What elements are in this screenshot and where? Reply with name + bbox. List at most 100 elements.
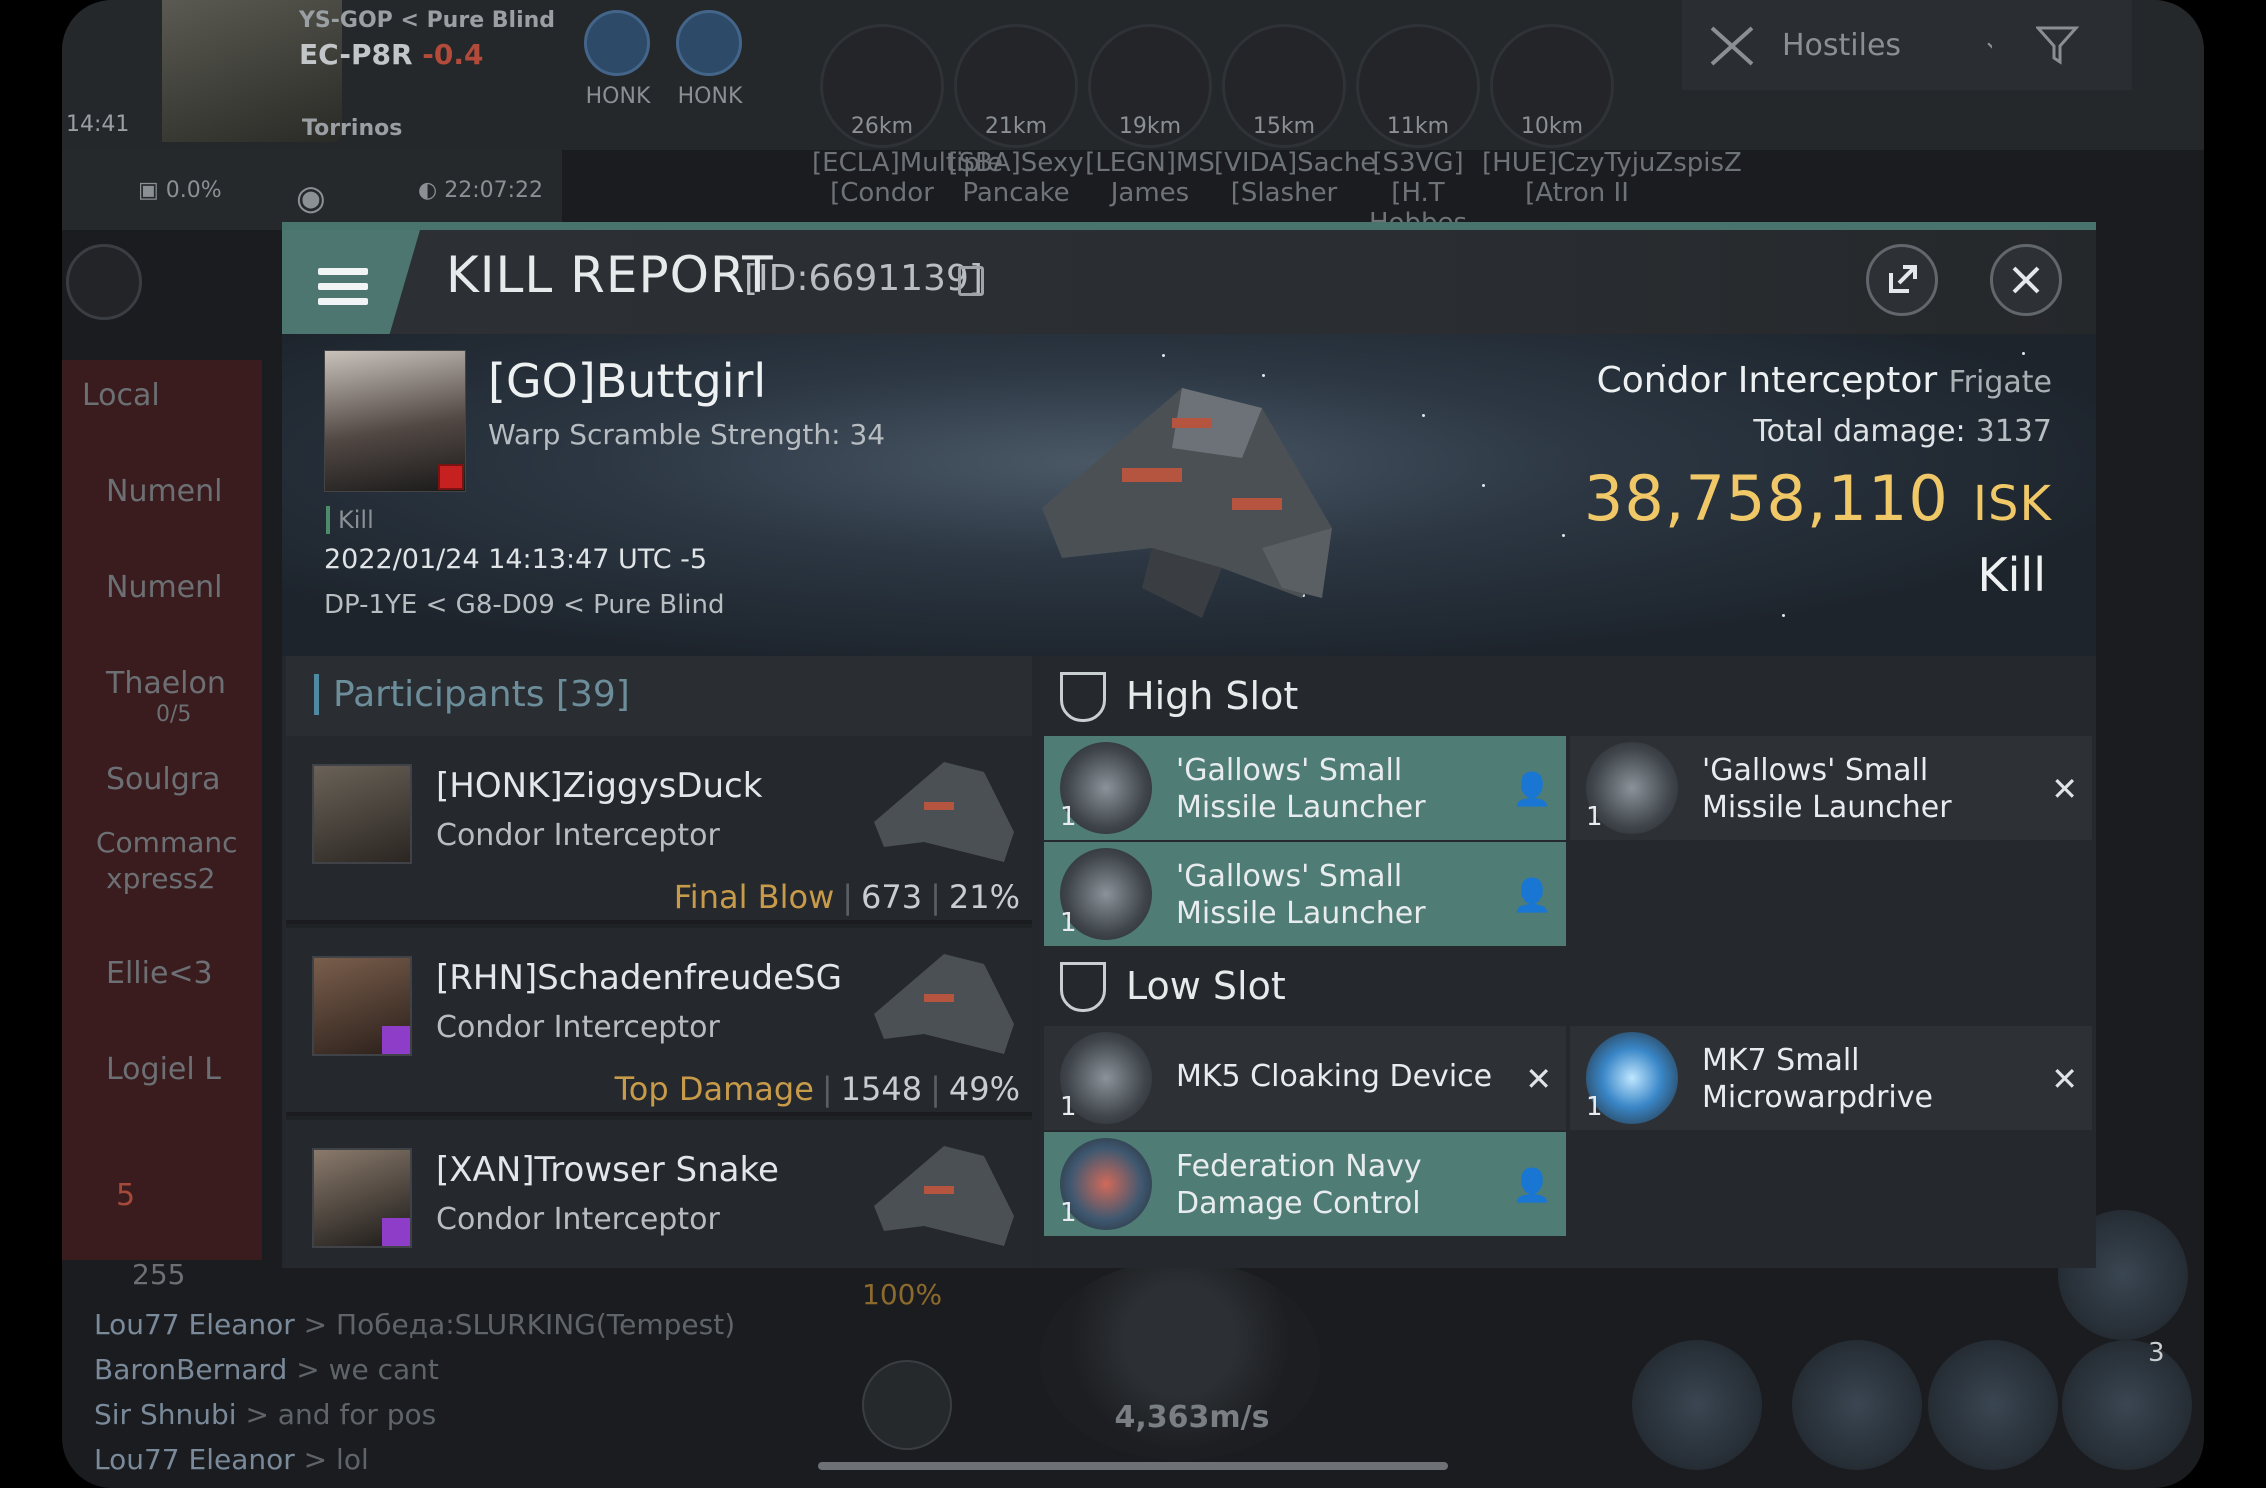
crossed-swords-icon [1710, 26, 1754, 66]
participant-row[interactable]: [RHN]SchadenfreudeSG Condor Interceptor … [286, 928, 1032, 1116]
corp-badge [382, 1026, 410, 1054]
standing-badge [438, 464, 464, 490]
local-member[interactable]: Thaelon [106, 666, 226, 701]
local-member[interactable]: xpress2 [106, 862, 215, 895]
participant-portrait[interactable] [312, 764, 412, 864]
local-member[interactable]: Numenl [106, 570, 222, 605]
camera-icon[interactable] [862, 1360, 952, 1450]
throttle-percent: 100% [862, 1278, 943, 1311]
participant-ship-icon [874, 954, 1014, 1054]
participant-name: [XAN]Trowser Snake [436, 1150, 779, 1190]
module-name: MK7 Small Microwarpdrive [1702, 1043, 1933, 1115]
local-member[interactable]: Ellie<3 [106, 956, 213, 991]
participants-panel: Participants [39] [HONK]ZiggysDuck Condo… [286, 656, 1032, 1268]
victim-banner: [GO]Buttgirl Warp Scramble Strength: 34 … [282, 334, 2096, 656]
location-pin-icon[interactable] [66, 244, 142, 320]
kill-tag: Kill [326, 506, 374, 534]
share-button[interactable] [1866, 244, 1938, 316]
isk-value: 38,758,110 ISK [1583, 462, 2052, 535]
kill-report-panel: KILL REPORT [ID:6691139] [GO]Buttgirl Wa… [282, 222, 2096, 1268]
module-name: 'Gallows' Small Missile Launcher [1176, 859, 1426, 931]
participant-stats: Top Damage | 1548 | 49% [614, 1070, 1020, 1108]
local-member[interactable]: Commanc [96, 826, 238, 859]
overview-filter-dropdown[interactable]: Hostiles ⌄ [1682, 0, 2032, 90]
module-item[interactable]: 1 'Gallows' Small Missile Launcher 👤 [1044, 842, 1566, 946]
target-6-name: [HUE]CzyTyjuZspisZ [Atron II [1482, 148, 1742, 208]
target-6-dist: 10km [1520, 114, 1584, 139]
low-slot-header: Low Slot [1040, 946, 2096, 1026]
hud-pilot-name: Torrinos [302, 116, 403, 141]
target-2-name: [SBA]Sexy Pancake [948, 148, 1084, 208]
module-name: Federation Navy Damage Control [1176, 1149, 1422, 1221]
participants-header: Participants [39] [286, 656, 1032, 736]
game-screen: YS-GOP < Pure Blind EC-P8R -0.4 14:41 To… [62, 0, 2204, 1488]
module-item[interactable]: 1 'Gallows' Small Missile Launcher 👤 [1044, 736, 1566, 840]
person-icon: 👤 [1512, 876, 1552, 914]
local-member[interactable]: Numenl [106, 474, 222, 509]
local-member[interactable]: Logiel L [106, 1052, 221, 1087]
report-title: KILL REPORT [446, 246, 774, 304]
module-qty: 1 [1060, 1092, 1077, 1122]
target-1-name: [ECLA]Multiple [Condor [812, 148, 1004, 208]
fleet-icon-1[interactable] [584, 10, 650, 76]
module-item[interactable]: 1 MK7 Small Microwarpdrive ✕ [1570, 1026, 2092, 1130]
result-label: Kill [1977, 548, 2046, 602]
module-slot-1[interactable] [1632, 1340, 1762, 1470]
high-slot-header: High Slot [1040, 656, 2096, 736]
participant-ship: Condor Interceptor [436, 1010, 720, 1045]
copy-icon[interactable] [958, 266, 984, 296]
module-qty: 1 [1586, 802, 1603, 832]
filter-button[interactable] [1992, 0, 2132, 90]
close-icon [2012, 266, 2040, 294]
person-icon: 👤 [1512, 1166, 1552, 1204]
hostiles-label: Hostiles [1782, 28, 1902, 63]
module-slot-2[interactable] [1792, 1340, 1922, 1470]
hud-system[interactable]: EC-P8R -0.4 [299, 38, 484, 71]
chat-line: Lou77 Eleanor > Победа:SLURKING(Tempest) [94, 1308, 736, 1341]
module-qty: 1 [1060, 802, 1077, 832]
home-indicator[interactable] [818, 1462, 1448, 1470]
destroyed-icon: ✕ [2051, 1060, 2078, 1098]
fitting-panel: High Slot 1 'Gallows' Small Missile Launc… [1040, 656, 2096, 1268]
autopilot-icon[interactable]: ◉ [296, 178, 326, 218]
destroyed-icon: ✕ [2051, 770, 2078, 808]
module-qty: 1 [1586, 1092, 1603, 1122]
local-member-sub: 0/5 [156, 702, 192, 727]
target-2-dist: 21km [984, 114, 1048, 139]
target-4-dist: 15km [1252, 114, 1316, 139]
module-item[interactable]: 1 Federation Navy Damage Control 👤 [1044, 1132, 1566, 1236]
external-link-icon [1889, 265, 1917, 293]
target-3-name: [LEGN]MS James [1085, 148, 1215, 208]
hud-clock: ◐ 22:07:22 [418, 178, 544, 203]
chat-line: BaronBernard > we cant [94, 1353, 439, 1386]
ship-name-line: Condor Interceptor Frigate [1596, 360, 2052, 401]
hamburger-icon [318, 268, 368, 308]
speed-readout: 4,363m/s [1114, 1400, 1270, 1435]
report-id: [ID:6691139] [744, 258, 983, 299]
module-slot-3[interactable] [1928, 1340, 2058, 1470]
module-item[interactable]: 1 MK5 Cloaking Device ✕ [1044, 1026, 1566, 1130]
fleet-label-1: HONK [585, 84, 651, 109]
victim-name[interactable]: [GO]Buttgirl [488, 354, 766, 408]
total-damage: Total damage: 3137 [1753, 414, 2052, 449]
participant-ship: Condor Interceptor [436, 1202, 720, 1237]
module-name: 'Gallows' Small Missile Launcher [1702, 753, 1952, 825]
participant-ship-icon [874, 762, 1014, 862]
close-button[interactable] [1990, 244, 2062, 316]
fleet-icon-2[interactable] [676, 10, 742, 76]
module-slot-5[interactable] [2062, 1340, 2192, 1470]
destroyed-icon: ✕ [1525, 1060, 1552, 1098]
participant-row[interactable]: [XAN]Trowser Snake Condor Interceptor [286, 1120, 1032, 1268]
person-icon: 👤 [1512, 770, 1552, 808]
kill-location: DP-1YE < G8-D09 < Pure Blind [324, 590, 725, 620]
participant-row[interactable]: [HONK]ZiggysDuck Condor Interceptor Fina… [286, 736, 1032, 924]
participants-title: Participants [39] [314, 674, 630, 715]
participant-name: [RHN]SchadenfreudeSG [436, 958, 842, 998]
module-qty: 1 [1060, 908, 1077, 938]
shield-icon [1060, 962, 1106, 1012]
local-member[interactable]: Soulgra [106, 762, 221, 797]
chat-line: Sir Shnubi > and for pos [94, 1398, 437, 1431]
participant-stats: Final Blow | 673 | 21% [673, 878, 1020, 916]
module-item[interactable]: 1 'Gallows' Small Missile Launcher ✕ [1570, 736, 2092, 840]
fleet-label-2: HONK [677, 84, 743, 109]
